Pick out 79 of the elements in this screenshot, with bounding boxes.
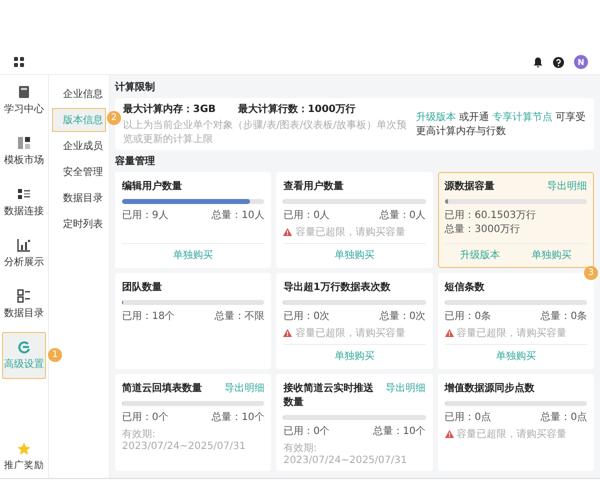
help-icon[interactable] [553, 56, 564, 68]
export-link[interactable]: 导出明细 [224, 381, 264, 395]
upgrade-link[interactable]: 专享计算节点 [492, 112, 552, 123]
total-amount: 总量：0点 [540, 410, 587, 424]
card-title: 导出超1万行数据表次数 [283, 280, 390, 294]
warning-icon [444, 430, 454, 438]
submenu-item[interactable]: 企业信息 [52, 82, 106, 106]
purchase-button[interactable]: 单独购买 [496, 349, 536, 363]
used-amount: 已用：0点 [444, 410, 492, 424]
export-link[interactable]: 导出明细 [386, 381, 426, 395]
purchase-button[interactable]: 单独购买 [334, 248, 374, 262]
total-amount: 总量：0人 [379, 208, 426, 222]
used-amount: 已用：60.1503万行 [444, 209, 536, 222]
list-icon [17, 187, 31, 201]
total-amount: 总量：10人 [212, 208, 264, 222]
nav-item[interactable]: 高级设置 [2, 332, 46, 379]
warning-text: 容量已超限，请购买容量 [295, 326, 406, 340]
catalog-icon [17, 289, 31, 303]
book-icon [18, 85, 30, 99]
card-title: 简道云回填表数量 [122, 382, 202, 395]
card-title: 源数据容量 [444, 179, 495, 193]
upgrade-link[interactable]: 升级版本 [416, 112, 456, 123]
used-amount: 已用：18个 [122, 310, 175, 323]
card-title: 增值数据源同步点数 [444, 382, 535, 395]
warning-icon [283, 228, 292, 236]
warning-text: 容量已超限，请购买容量 [295, 226, 406, 239]
warning-text: 容量已超限，请购买容量 [456, 326, 567, 340]
settings-icon [17, 340, 31, 354]
used-amount: 已用：0个 [283, 425, 330, 438]
nav-item[interactable]: 分析展示 [2, 230, 46, 277]
section-title: 计算限制 [115, 80, 155, 94]
submenu-item[interactable]: 数据目录 [52, 186, 106, 210]
purchase-button[interactable]: 单独购买 [334, 349, 374, 363]
total-amount: 总量：0条 [540, 310, 587, 323]
export-link[interactable]: 导出明细 [546, 179, 587, 193]
submenu-item[interactable]: 安全管理 [52, 160, 106, 184]
warning-icon [283, 329, 292, 337]
purchase-button[interactable]: 升级版本 [460, 248, 500, 262]
total-amount: 总量：3000万行 [444, 222, 520, 236]
nav-item[interactable]: 推广奖励 [0, 436, 48, 478]
nav-item[interactable]: 数据目录 [2, 281, 46, 328]
card-title: 查看用户数量 [283, 179, 344, 193]
purchase-button[interactable]: 单独购买 [173, 248, 214, 262]
nav-item[interactable]: 数据连接 [2, 179, 46, 226]
submenu-item[interactable]: 定时列表 [52, 212, 106, 236]
total-amount: 总量：10个 [212, 410, 264, 424]
rows-limit: 最大计算行数：1000万行 [238, 102, 356, 116]
used-amount: 已用：0个 [122, 411, 168, 424]
total-amount: 总量：不限 [214, 310, 264, 323]
user-avatar[interactable]: N [574, 55, 588, 69]
used-amount: 已用：9人 [122, 209, 168, 222]
warning-text: 容量已超限，请购买容量 [456, 428, 567, 441]
purchase-button[interactable]: 单独购买 [531, 248, 572, 262]
submenu-item[interactable]: 企业成员 [52, 134, 106, 158]
star-icon [17, 442, 31, 456]
used-amount: 已用：0条 [444, 310, 492, 323]
used-amount: 已用：0人 [283, 209, 330, 222]
limits-hint: 以上为当前企业单个对象（步骤/表/图表/仪表板/故事板）单次预览或更新的计算上限 [123, 118, 408, 146]
apps-icon [14, 57, 24, 67]
validity-text: 有效期: 2023/07/24~2025/07/31 [122, 428, 247, 452]
section-title: 容量管理 [115, 154, 155, 168]
nav-item[interactable]: 模板市场 [2, 128, 46, 175]
total-amount: 总量：10个 [372, 424, 426, 438]
card-title: 团队数量 [122, 280, 162, 294]
total-amount: 总量：0次 [379, 310, 426, 323]
used-amount: 已用：0次 [283, 310, 330, 323]
memory-limit: 最大计算内存：3GB [123, 102, 216, 116]
upgrade-note: 升级版本 或开通 专享计算节点 可享受更高计算内存与行数 [416, 110, 586, 138]
submenu-item[interactable]: 版本信息 [52, 108, 106, 132]
template-icon [17, 136, 31, 150]
card-title: 短信条数 [444, 280, 485, 294]
nav-item[interactable]: 学习中心 [2, 77, 46, 124]
validity-text: 有效期: 2023/07/24~2025/07/31 [283, 442, 408, 466]
chart-icon [17, 238, 31, 252]
bell-icon[interactable] [533, 56, 543, 68]
warning-icon [444, 329, 454, 337]
card-title: 编辑用户数量 [122, 179, 182, 193]
card-title: 接收简道云实时推送数量 [283, 381, 374, 409]
callout-number: 2 [107, 111, 121, 125]
